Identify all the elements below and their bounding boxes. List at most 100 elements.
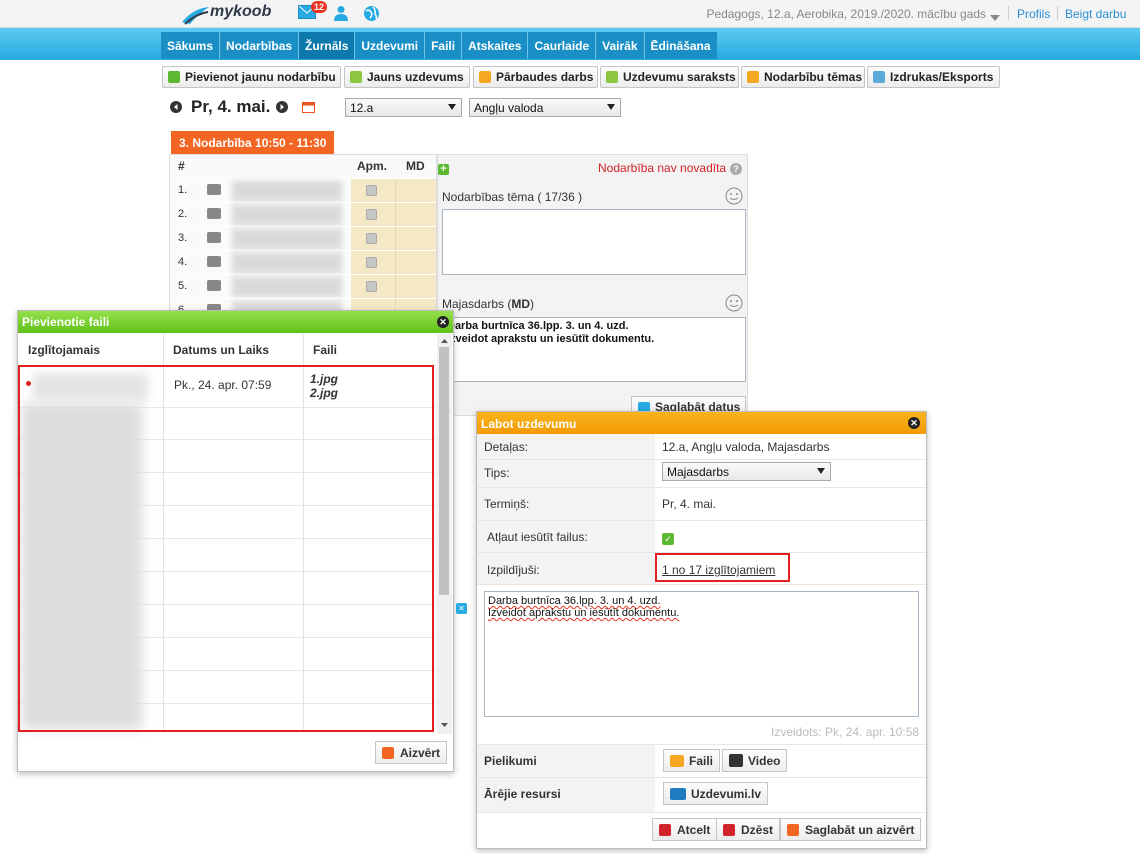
task-list-button[interactable]: Uzdevumu saraksts bbox=[600, 66, 739, 88]
attendance-cell[interactable] bbox=[351, 179, 395, 203]
topics-button[interactable]: Nodarbību tēmas bbox=[741, 66, 865, 88]
test-work-button[interactable]: Pārbaudes darbs bbox=[473, 66, 598, 88]
comment-add-icon[interactable] bbox=[207, 232, 221, 243]
completed-label: Izpildījuši: bbox=[487, 563, 540, 577]
next-day-icon[interactable] bbox=[276, 101, 288, 116]
nav-tab-files[interactable]: Faili bbox=[425, 32, 463, 59]
help-icon[interactable]: ? bbox=[730, 163, 742, 175]
lesson-status: Nodarbība nav novadīta bbox=[598, 161, 727, 175]
attendance-cell[interactable] bbox=[351, 275, 395, 299]
divider bbox=[477, 812, 926, 813]
user-context-info[interactable]: Pedagogs, 12.a, Aerobika, 2019./2020. mā… bbox=[706, 7, 986, 21]
comment-add-icon[interactable] bbox=[207, 280, 221, 291]
attendance-checkbox[interactable] bbox=[366, 185, 377, 196]
col-files-header: Faili bbox=[313, 343, 338, 357]
homework-cell[interactable] bbox=[395, 179, 436, 203]
files-button[interactable]: Faili bbox=[663, 749, 721, 772]
student-name-redacted bbox=[232, 277, 342, 297]
row-number: 4. bbox=[178, 256, 188, 268]
homework-cell[interactable] bbox=[395, 299, 436, 310]
chevron-down-icon[interactable] bbox=[990, 10, 1000, 24]
comment-add-icon[interactable] bbox=[207, 184, 221, 195]
divider bbox=[477, 520, 926, 521]
subject-select[interactable]: Angļu valoda bbox=[469, 98, 621, 117]
nav-tab-tasks[interactable]: Uzdevumi bbox=[355, 32, 426, 59]
scrollbar-thumb[interactable] bbox=[439, 347, 449, 595]
col-homework-header: MD bbox=[406, 159, 425, 173]
mail-count-badge: 12 bbox=[311, 1, 328, 13]
homework-label-suffix: ) bbox=[530, 297, 535, 311]
add-lesson-button[interactable]: Pievienot jaunu nodarbību bbox=[162, 66, 341, 88]
divider bbox=[303, 334, 304, 366]
video-icon bbox=[729, 754, 743, 767]
details-label: Detaļas: bbox=[484, 440, 529, 454]
delete-button[interactable]: Dzēst bbox=[716, 818, 781, 841]
nav-tab-journal[interactable]: Žurnāls bbox=[299, 32, 356, 59]
attendance-checkbox[interactable] bbox=[366, 257, 377, 268]
deadline-label: Termiņš: bbox=[484, 497, 530, 511]
attendance-cell[interactable] bbox=[351, 227, 395, 251]
type-select[interactable]: Majasdarbs bbox=[662, 462, 831, 481]
smiley-icon[interactable] bbox=[725, 187, 743, 208]
lesson-tab[interactable]: 3. Nodarbība 10:50 - 11:30 bbox=[171, 131, 334, 155]
homework-cell[interactable] bbox=[395, 227, 436, 251]
print-export-button[interactable]: Izdrukas/Eksports bbox=[867, 66, 1000, 88]
nav-tab-catering[interactable]: Ēdināšana bbox=[645, 32, 717, 59]
chevron-down-icon bbox=[448, 104, 456, 110]
nav-tab-lessons[interactable]: Nodarbības bbox=[220, 32, 300, 59]
task-text-line1: Darba burtnīca 36.lpp. 3. un 4. uzd. bbox=[488, 595, 661, 607]
homework-cell[interactable] bbox=[395, 275, 436, 299]
nav-tab-pass[interactable]: Caurlaide bbox=[528, 32, 597, 59]
save-close-button[interactable]: Saglabāt un aizvērt bbox=[780, 818, 922, 841]
topic-textarea[interactable] bbox=[442, 209, 746, 275]
scroll-down-icon[interactable] bbox=[437, 720, 452, 730]
attendance-checkbox[interactable] bbox=[366, 233, 377, 244]
globe-icon[interactable] bbox=[363, 5, 380, 25]
student-name-redacted bbox=[232, 253, 342, 273]
folder-icon bbox=[670, 754, 684, 767]
video-button[interactable]: Video bbox=[722, 749, 788, 772]
profile-link[interactable]: Profils bbox=[1017, 7, 1050, 21]
allow-files-checkbox[interactable]: ✓ bbox=[662, 533, 674, 545]
prev-day-icon[interactable] bbox=[170, 101, 182, 116]
mykoob-logo[interactable]: mykoob bbox=[180, 2, 271, 26]
attendance-cell[interactable] bbox=[351, 203, 395, 227]
calendar-icon[interactable] bbox=[302, 101, 315, 116]
nav-tab-home[interactable]: Sākums bbox=[161, 32, 221, 59]
plus-icon[interactable]: + bbox=[438, 164, 449, 175]
close-icon[interactable]: ✕ bbox=[456, 603, 467, 614]
cancel-button[interactable]: Atcelt bbox=[652, 818, 718, 841]
task-description-textarea[interactable]: Darba burtnīca 36.lpp. 3. un 4. uzd. Izv… bbox=[484, 591, 919, 717]
divider bbox=[1057, 6, 1058, 20]
attendance-checkbox[interactable] bbox=[366, 209, 377, 220]
homework-cell[interactable] bbox=[395, 203, 436, 227]
task-text-line2: Izveidot aprakstu un iesūtīt dokumentu. bbox=[488, 607, 680, 619]
comment-add-icon[interactable] bbox=[207, 208, 221, 219]
delete-icon bbox=[723, 823, 735, 836]
close-icon bbox=[382, 747, 394, 759]
col-datetime-header: Datums un Laiks bbox=[173, 343, 270, 357]
user-icon[interactable] bbox=[333, 5, 349, 24]
scroll-up-icon[interactable] bbox=[437, 336, 452, 346]
attendance-cell[interactable] bbox=[351, 299, 395, 310]
logout-link[interactable]: Beigt darbu bbox=[1065, 7, 1126, 21]
comment-add-icon[interactable] bbox=[207, 256, 221, 267]
uzdevumi-button[interactable]: Uzdevumi.lv bbox=[663, 782, 769, 805]
class-select[interactable]: 12.a bbox=[345, 98, 462, 117]
nav-tab-more[interactable]: Vairāk bbox=[596, 32, 645, 59]
close-icon[interactable]: ✕ bbox=[437, 316, 449, 328]
homework-cell[interactable] bbox=[395, 251, 436, 275]
table-row: 2. bbox=[170, 202, 436, 227]
deadline-value[interactable]: Pr, 4. mai. bbox=[662, 497, 716, 511]
attendance-cell[interactable] bbox=[351, 251, 395, 275]
homework-textarea[interactable]: Darba burtnīca 36.lpp. 3. un 4. uzd. Izv… bbox=[442, 317, 746, 382]
smiley-icon[interactable] bbox=[725, 294, 743, 315]
close-icon[interactable]: ✕ bbox=[908, 417, 920, 429]
attendance-checkbox[interactable] bbox=[366, 281, 377, 292]
nav-tab-reports[interactable]: Atskaites bbox=[462, 32, 529, 59]
student-name-redacted bbox=[232, 229, 342, 249]
divider bbox=[1008, 6, 1009, 20]
add-lesson-label: Pievienot jaunu nodarbību bbox=[185, 70, 336, 84]
close-button[interactable]: Aizvērt bbox=[375, 741, 448, 764]
new-task-button[interactable]: Jauns uzdevums bbox=[344, 66, 470, 88]
